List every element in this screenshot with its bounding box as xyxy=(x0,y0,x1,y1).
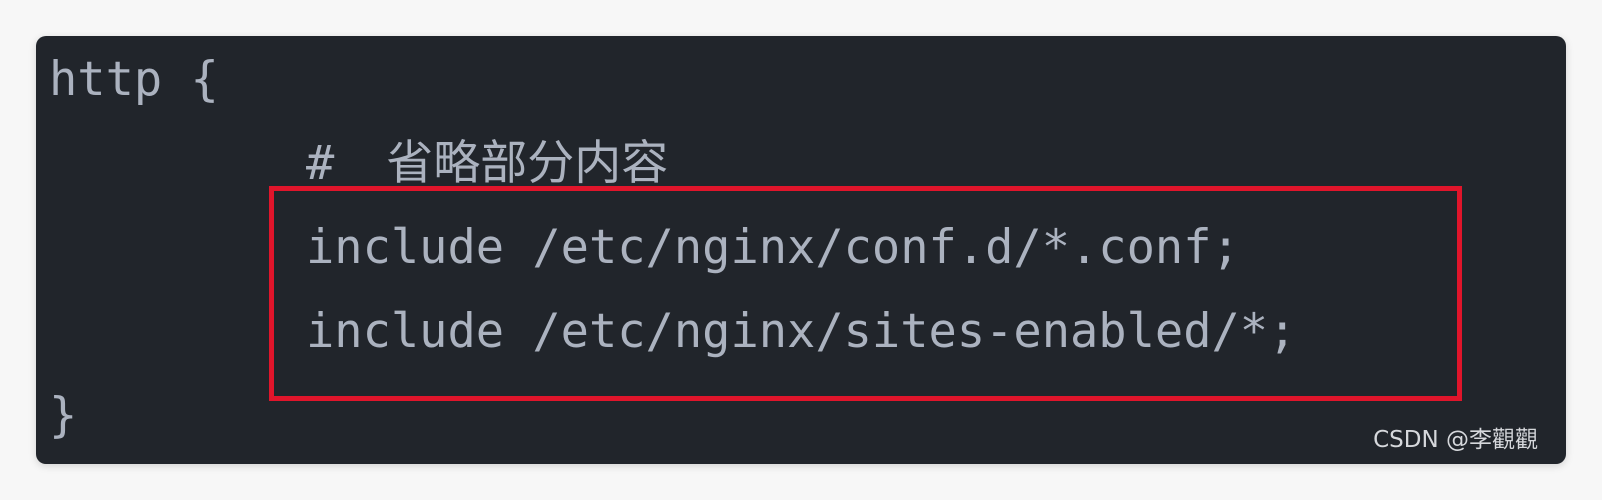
comment-text: 省略部分内容 xyxy=(386,136,669,191)
screenshot-frame: http { # 省略部分内容 include /etc/nginx/conf.d… xyxy=(0,0,1602,500)
code-line-http-close: } xyxy=(49,388,78,443)
watermark: CSDN @李觀觀 xyxy=(1373,427,1538,453)
code-line-comment: # 省略部分内容 xyxy=(306,140,668,187)
comment-marker: # xyxy=(306,136,335,191)
code-block: http { # 省略部分内容 include /etc/nginx/conf.d… xyxy=(36,36,1566,464)
highlight-box xyxy=(269,186,1462,401)
code-line-http-open: http { xyxy=(49,52,219,107)
